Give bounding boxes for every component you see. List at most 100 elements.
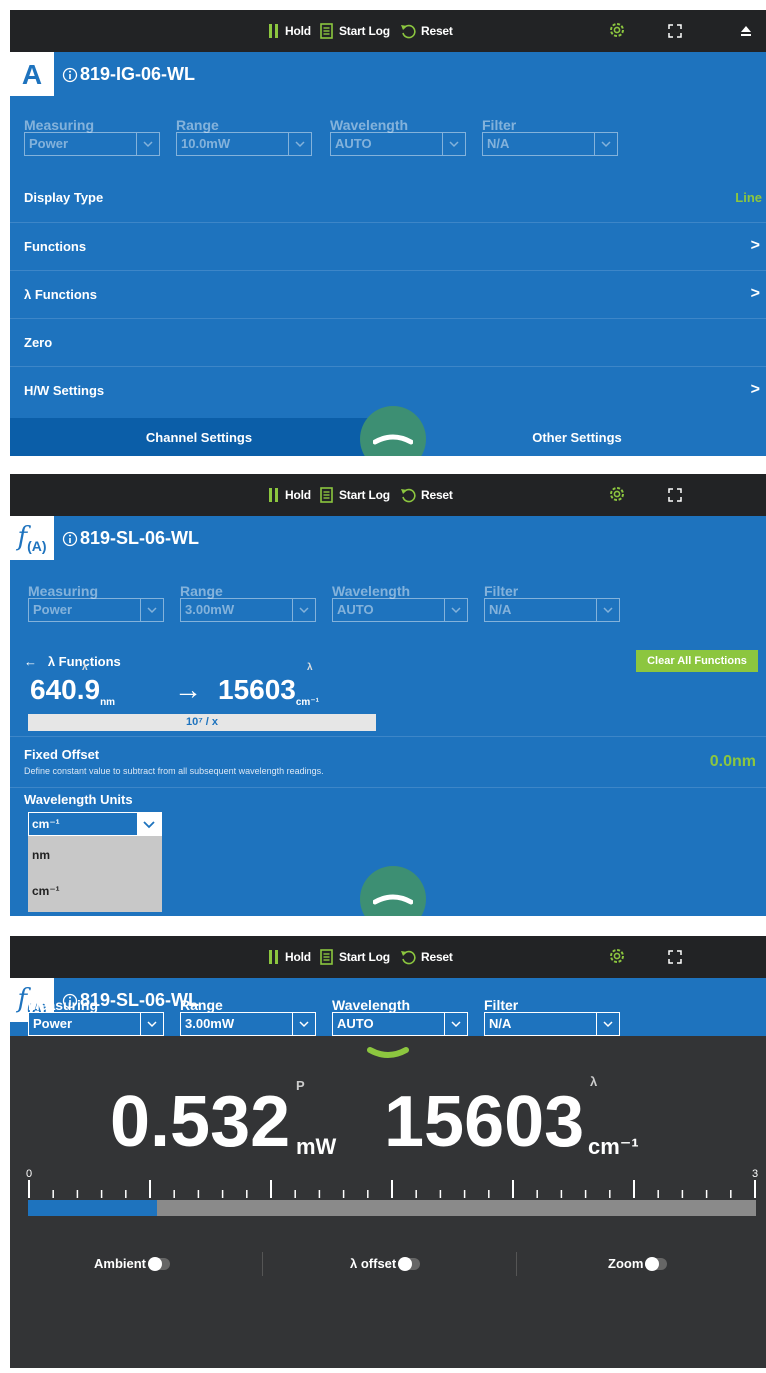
meter-panel: Hold Start Log Reset f(A) 819-SL-06-WL M… bbox=[10, 936, 766, 1368]
fixed-offset-description: Define constant value to subtract from a… bbox=[24, 766, 324, 776]
lambda-functions-panel: Hold Start Log Reset f(A) 819-SL-06-WL M… bbox=[10, 474, 766, 916]
wavelength-units-select[interactable]: cm⁻¹ bbox=[28, 812, 162, 836]
filter-select-group: Filter N/A bbox=[484, 998, 620, 1036]
power-value: 0.532 bbox=[110, 1082, 291, 1162]
meter-display: P 0.532 mW λ 15603 cm⁻¹ 0 3 Ambient λ of… bbox=[10, 1036, 766, 1368]
dropdown-option-cm[interactable]: cm⁻¹ bbox=[32, 884, 60, 898]
dropdown-option-nm[interactable]: nm bbox=[32, 848, 50, 862]
settings-button[interactable] bbox=[608, 21, 626, 39]
reset-icon bbox=[401, 950, 416, 965]
hold-button[interactable]: Hold bbox=[268, 948, 311, 966]
ambient-toggle[interactable]: Ambient bbox=[94, 1256, 170, 1271]
start-log-button[interactable]: Start Log bbox=[320, 486, 390, 504]
divider bbox=[262, 1252, 263, 1276]
chevron-down-icon bbox=[292, 1013, 315, 1035]
hold-button[interactable]: Hold bbox=[268, 486, 311, 504]
formula-bar[interactable]: 10⁷ / x bbox=[28, 714, 376, 731]
ambient-switch[interactable] bbox=[148, 1256, 170, 1271]
fixed-offset-value[interactable]: 0.0nm bbox=[710, 753, 756, 771]
lambda-offset-toggle[interactable]: λ offset bbox=[350, 1256, 421, 1271]
chevron-down-icon bbox=[444, 599, 467, 621]
zero-row[interactable]: Zero bbox=[10, 318, 766, 367]
top-toolbar: Hold Start Log Reset bbox=[10, 936, 766, 978]
measuring-select[interactable]: Power bbox=[28, 598, 164, 622]
tab-other-settings[interactable]: Other Settings bbox=[388, 418, 766, 456]
lambda-offset-switch[interactable] bbox=[398, 1256, 421, 1271]
clear-all-functions-button[interactable]: Clear All Functions bbox=[636, 650, 758, 672]
reset-button[interactable]: Reset bbox=[400, 486, 453, 504]
filter-select[interactable]: N/A bbox=[484, 598, 620, 622]
range-select[interactable]: 10.0mW bbox=[176, 132, 312, 156]
info-icon[interactable] bbox=[62, 67, 78, 83]
gear-icon bbox=[610, 487, 624, 501]
wavelength-label: Wavelength bbox=[332, 583, 411, 599]
range-select[interactable]: 3.00mW bbox=[180, 1012, 316, 1036]
wavelength-select-group: Wavelength AUTO bbox=[332, 584, 468, 622]
wavelength-select-group: Wavelength AUTO bbox=[332, 998, 468, 1036]
reset-label: Reset bbox=[421, 488, 453, 502]
top-toolbar: Hold Start Log Reset bbox=[10, 10, 766, 52]
reset-button[interactable]: Reset bbox=[400, 948, 453, 966]
settings-button[interactable] bbox=[608, 947, 626, 965]
power-bargraph bbox=[28, 1200, 756, 1216]
expand-icon bbox=[668, 950, 682, 964]
wavelength-units-dropdown: nm cm⁻¹ bbox=[28, 836, 162, 912]
chevron-down-icon bbox=[367, 1047, 409, 1058]
reset-button[interactable]: Reset bbox=[400, 22, 453, 40]
fixed-offset-row[interactable]: Fixed Offset Define constant value to su… bbox=[10, 736, 766, 788]
hold-label: Hold bbox=[285, 950, 311, 964]
measuring-select[interactable]: Power bbox=[24, 132, 160, 156]
chevron-down-icon bbox=[292, 599, 315, 621]
measuring-label: Measuring bbox=[24, 117, 95, 133]
start-log-button[interactable]: Start Log bbox=[320, 22, 390, 40]
wavelength-units-label: Wavelength Units bbox=[24, 792, 133, 807]
chevron-down-icon bbox=[136, 133, 159, 155]
top-toolbar: Hold Start Log Reset bbox=[10, 474, 766, 516]
collapse-button[interactable] bbox=[360, 866, 426, 916]
reset-label: Reset bbox=[421, 24, 453, 38]
wavelength-select[interactable]: AUTO bbox=[332, 598, 468, 622]
chevron-down-icon bbox=[596, 1013, 619, 1035]
device-label: 819-SL-06-WL bbox=[80, 528, 200, 548]
filter-select[interactable]: N/A bbox=[484, 1012, 620, 1036]
start-log-label: Start Log bbox=[339, 24, 390, 38]
info-icon[interactable] bbox=[62, 531, 78, 547]
chevron-down-icon bbox=[140, 599, 163, 621]
lambda-functions-row[interactable]: λ Functions > bbox=[10, 270, 766, 319]
wavelength-select[interactable]: AUTO bbox=[332, 1012, 468, 1036]
expand-settings-button[interactable] bbox=[366, 1044, 410, 1064]
log-icon bbox=[320, 23, 333, 39]
measuring-select[interactable]: Power bbox=[28, 1012, 164, 1036]
fullscreen-button[interactable] bbox=[668, 22, 682, 40]
zoom-switch[interactable] bbox=[645, 1256, 668, 1271]
chevron-up-icon bbox=[373, 894, 413, 905]
measuring-select-group: Measuring Power bbox=[28, 584, 164, 622]
display-type-row[interactable]: Display Type Line bbox=[10, 174, 766, 222]
filter-select[interactable]: N/A bbox=[482, 132, 618, 156]
fixed-offset-title: Fixed Offset bbox=[24, 747, 100, 762]
chevron-right-icon: > bbox=[750, 381, 760, 398]
fullscreen-button[interactable] bbox=[668, 486, 682, 504]
chevron-down-icon bbox=[594, 133, 617, 155]
hold-label: Hold bbox=[285, 488, 311, 502]
lambda-offset-label: λ offset bbox=[350, 1256, 397, 1271]
fullscreen-button[interactable] bbox=[668, 948, 682, 966]
filter-label: Filter bbox=[482, 117, 517, 133]
functions-row[interactable]: Functions > bbox=[10, 222, 766, 271]
range-select-group: Range 3.00mW bbox=[180, 584, 316, 622]
display-type-label: Display Type bbox=[24, 190, 104, 205]
settings-button[interactable] bbox=[608, 485, 626, 503]
hold-button[interactable]: Hold bbox=[268, 22, 311, 40]
back-arrow-icon[interactable]: ← bbox=[24, 654, 37, 669]
channel-header: A 819-IG-06-WL bbox=[10, 52, 766, 96]
wavelength-select[interactable]: AUTO bbox=[330, 132, 466, 156]
range-select[interactable]: 3.00mW bbox=[180, 598, 316, 622]
eject-button[interactable] bbox=[740, 22, 752, 40]
zoom-toggle[interactable]: Zoom bbox=[608, 1256, 668, 1271]
device-name: 819-IG-06-WL bbox=[62, 64, 195, 85]
channel-settings-panel: Hold Start Log Reset A 819-IG-06-WL Meas… bbox=[10, 10, 766, 456]
power-bargraph-fill bbox=[28, 1200, 157, 1216]
tab-channel-settings[interactable]: Channel Settings bbox=[10, 418, 388, 456]
filter-select-group: Filter N/A bbox=[484, 584, 620, 622]
start-log-button[interactable]: Start Log bbox=[320, 948, 390, 966]
